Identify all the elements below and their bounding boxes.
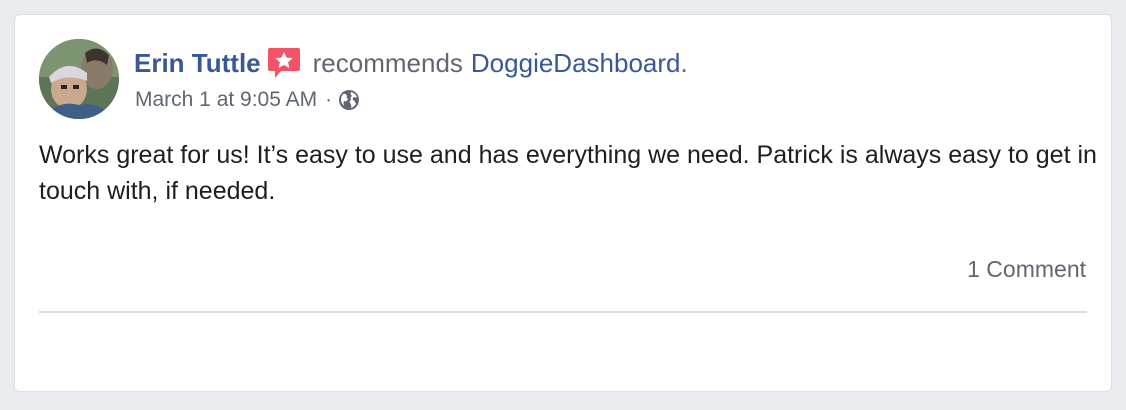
post-meta: March 1 at 9:05 AM · (135, 85, 360, 115)
meta-separator: · (325, 88, 333, 111)
recommendation-action-text: recommends (312, 48, 463, 78)
header-period: . (680, 48, 688, 78)
author-name-link[interactable]: Erin Tuttle (134, 43, 261, 83)
star-speech-bubble-icon (267, 46, 301, 80)
divider (39, 311, 1087, 313)
avatar[interactable] (39, 39, 119, 119)
post-body-text: Works great for us! It’s easy to use and… (39, 141, 1097, 205)
comments-count-link[interactable]: 1 Comment (967, 256, 1086, 283)
avatar-photo (39, 39, 119, 119)
post-card: Erin Tuttle recommends DoggieDashboard .… (14, 14, 1112, 392)
post-timestamp-link[interactable]: March 1 at 9:05 AM (135, 88, 317, 112)
page-name-link[interactable]: DoggieDashboard (471, 43, 681, 83)
post-header: Erin Tuttle recommends DoggieDashboard . (134, 43, 688, 83)
globe-icon[interactable] (338, 89, 360, 111)
